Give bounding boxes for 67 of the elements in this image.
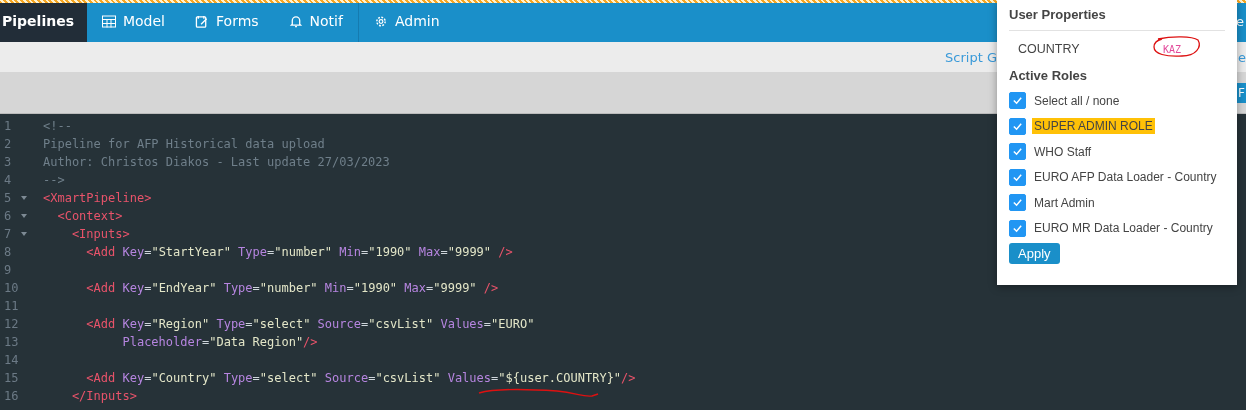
fold-arrow-icon[interactable] xyxy=(21,196,27,200)
checkbox[interactable] xyxy=(1009,143,1026,161)
nav-tab[interactable]: Notif xyxy=(273,0,358,42)
line-number: 16 xyxy=(3,389,20,403)
line-number: 5 xyxy=(3,191,13,205)
code-line: </Inputs> xyxy=(70,389,137,403)
edit-icon xyxy=(195,14,209,28)
nav-tab[interactable]: Pipelines xyxy=(0,0,87,42)
code-line: <Add Key="EndYear" Type="number" Min="1990" Max="9999" /> xyxy=(85,281,499,295)
code-line: <XmartPipeline> xyxy=(43,191,152,205)
fold-arrow-icon[interactable] xyxy=(21,214,27,218)
nav-tab[interactable]: Model xyxy=(86,0,180,42)
checkbox[interactable] xyxy=(1009,219,1026,237)
property-value: KAZ xyxy=(1163,43,1182,55)
checkmark-icon xyxy=(1012,146,1023,158)
bell-icon xyxy=(288,14,303,28)
checkbox[interactable] xyxy=(1009,168,1026,186)
role-label: EURO MR Data Loader - Country xyxy=(1033,220,1214,237)
action-button[interactable]: F xyxy=(1237,82,1246,103)
code-line: <Add Key="Region" Type="select" Source="csvList" Values="EURO" xyxy=(85,317,535,331)
line-number: 9 xyxy=(3,263,13,277)
line-number: 1 xyxy=(3,119,13,133)
line-number: 4 xyxy=(3,173,13,187)
line-number: 3 xyxy=(3,155,13,169)
line-number: 14 xyxy=(3,353,20,367)
script-guide-link[interactable]: Script G xyxy=(945,49,997,65)
line-number: 11 xyxy=(3,299,20,313)
line-number: 7 xyxy=(3,227,13,241)
checkbox[interactable] xyxy=(1009,92,1026,110)
apply-button[interactable]: Apply xyxy=(1009,243,1060,264)
role-label: SUPER ADMIN ROLE xyxy=(1032,118,1155,135)
line-number: 10 xyxy=(3,281,20,295)
role-label: Mart Admin xyxy=(1033,194,1096,211)
line-number: 15 xyxy=(3,371,20,385)
code-line: Author: Christos Diakos - Last update 27/03/2023 xyxy=(43,155,390,169)
line-number: 13 xyxy=(3,335,20,349)
checkbox[interactable] xyxy=(1009,117,1026,135)
checkmark-icon xyxy=(1012,197,1023,209)
code-line: --> xyxy=(43,173,65,187)
role-label: WHO Staff xyxy=(1033,143,1093,160)
toolbar-link[interactable]: e xyxy=(1238,49,1246,65)
nav-tab[interactable]: Forms xyxy=(180,0,274,42)
code-line: <!-- xyxy=(43,119,72,133)
checkmark-icon xyxy=(1012,222,1023,234)
roles-title: Active Roles xyxy=(1009,67,1089,85)
code-line: Pipeline for AFP Historical data upload xyxy=(43,137,325,151)
code-line: <Context> xyxy=(56,209,123,223)
table-icon xyxy=(101,14,116,28)
line-number: 8 xyxy=(3,245,13,259)
fold-arrow-icon[interactable] xyxy=(21,232,27,236)
code-line: <Add Key="Country" Type="select" Source="csvList" Values="${user.COUNTRY}"/> xyxy=(85,371,636,385)
code-line: <Inputs> xyxy=(70,227,130,241)
line-number: 6 xyxy=(3,209,13,223)
property-name: COUNTRY xyxy=(1018,42,1081,56)
settings-icon xyxy=(373,14,388,28)
code-line: Placeholder="Data Region"/> xyxy=(121,335,318,349)
checkmark-icon xyxy=(1012,171,1023,183)
checkmark-icon xyxy=(1012,120,1023,132)
checkbox[interactable] xyxy=(1009,194,1026,212)
line-number: 12 xyxy=(3,317,20,331)
role-label: Select all / none xyxy=(1033,92,1121,109)
line-number: 2 xyxy=(3,137,13,151)
code-line: <Add Key="StartYear" Type="number" Min="1990" Max="9999" /> xyxy=(85,245,513,259)
checkmark-icon xyxy=(1012,95,1023,107)
popup-title: User Properties xyxy=(1009,6,1107,24)
role-label: EURO AFP Data Loader - Country xyxy=(1033,169,1218,186)
nav-text: e xyxy=(1236,13,1245,29)
